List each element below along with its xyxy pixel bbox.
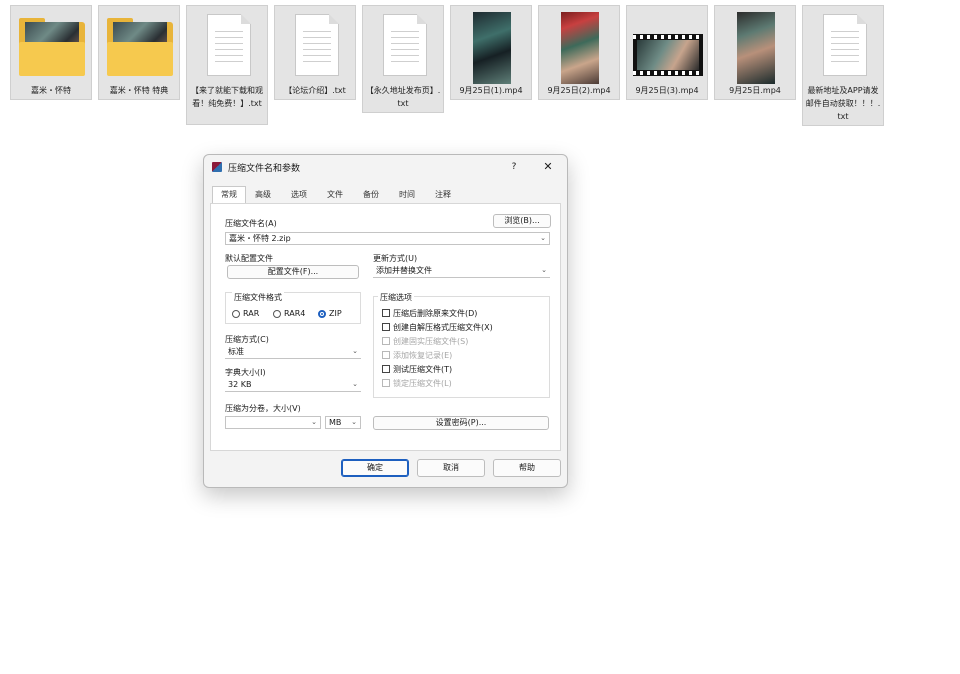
method-value: 标准 [228,347,244,356]
video-film-icon [633,12,703,80]
file-item-folder-1[interactable]: 嘉米・怀特 [10,5,92,100]
help-button[interactable]: 帮助 [493,459,561,477]
method-label: 压缩方式(C) [225,335,269,344]
update-mode-label: 更新方式(U) [373,254,418,263]
file-name: 【来了就能下载和观看！纯免费！】.txt [191,86,263,108]
video-thumbnail [457,12,527,84]
file-name: 【论坛介绍】.txt [284,86,346,95]
format-rar-label: RAR [243,309,260,318]
file-item-mp4-2[interactable]: 9月25日(2).mp4 [538,5,620,100]
split-size-label: 压缩为分卷，大小(V) [225,404,301,413]
format-group-label: 压缩文件格式 [232,292,284,303]
file-item-txt-3[interactable]: 【永久地址发布页】.txt [362,5,444,113]
close-icon[interactable]: ✕ [538,159,558,175]
tab-options[interactable]: 选项 [284,187,314,203]
checkbox[interactable] [382,309,390,317]
archive-dialog: 压缩文件名和参数 ? ✕ 常规 高级 选项 文件 备份 时间 注释 压缩文件名(… [203,154,568,488]
tab-general[interactable]: 常规 [212,186,246,204]
set-password-button[interactable]: 设置密码(P)... [373,416,549,430]
chevron-down-icon: ⌄ [351,418,357,426]
file-name: 【永久地址发布页】.txt [365,86,441,108]
split-unit-value: MB [329,418,342,427]
folder-icon [105,12,175,80]
chevron-down-icon: ⌄ [352,347,358,355]
format-rar-radio[interactable] [232,310,240,318]
checkbox [382,379,390,387]
file-item-mp4-1[interactable]: 9月25日(1).mp4 [450,5,532,100]
checkbox[interactable] [382,323,390,331]
file-name: 9月25日.mp4 [729,86,781,95]
chevron-down-icon: ⌄ [352,380,358,388]
file-item-folder-2[interactable]: 嘉米・怀特 特典 [98,5,180,100]
file-name: 嘉米・怀特 特典 [109,86,169,95]
chevron-down-icon[interactable]: ⌄ [540,233,546,244]
file-item-txt-2[interactable]: 【论坛介绍】.txt [274,5,356,100]
dict-size-value: 32 KB [228,380,252,389]
chevron-down-icon: ⌄ [541,266,547,274]
tab-panel-general: 压缩文件名(A) 浏览(B)... 嘉米・怀特 2.zip ⌄ 默认配置文件 配… [210,203,561,451]
split-size-input[interactable]: ⌄ [225,416,321,429]
dict-size-select[interactable]: 32 KB ⌄ [225,379,361,392]
default-profile-label: 默认配置文件 [225,254,273,263]
ok-button[interactable]: 确定 [341,459,409,477]
file-item-mp4-3[interactable]: 9月25日(3).mp4 [626,5,708,100]
browse-button[interactable]: 浏览(B)... [493,214,551,228]
tab-advanced[interactable]: 高级 [248,187,278,203]
checkbox [382,337,390,345]
format-group: 压缩文件格式 RAR RAR4 ZIP [225,292,361,324]
chevron-down-icon: ⌄ [311,418,317,426]
checkbox[interactable] [382,365,390,373]
cancel-button[interactable]: 取消 [417,459,485,477]
file-name: 9月25日(1).mp4 [459,86,523,95]
video-thumbnail [721,12,791,84]
format-zip-label: ZIP [329,309,342,318]
profiles-button[interactable]: 配置文件(F)... [227,265,359,279]
tab-backup[interactable]: 备份 [356,187,386,203]
text-file-icon [369,12,439,80]
file-name: 嘉米・怀特 [31,86,71,95]
method-select[interactable]: 标准 ⌄ [225,346,361,359]
dialog-title: 压缩文件名和参数 [228,164,301,174]
file-grid: 嘉米・怀特 嘉米・怀特 特典 【来了就能下载和观看！纯免费！】.txt 【论坛介… [10,5,900,135]
archive-name-input[interactable]: 嘉米・怀特 2.zip ⌄ [225,232,550,245]
file-item-mp4-4[interactable]: 9月25日.mp4 [714,5,796,100]
update-mode-value: 添加并替换文件 [376,266,432,275]
dialog-titlebar[interactable]: 压缩文件名和参数 ? ✕ [204,155,567,179]
tab-comment[interactable]: 注释 [428,187,458,203]
format-rar4-label: RAR4 [284,309,306,318]
archive-name-label: 压缩文件名(A) [225,219,277,228]
options-group: 压缩选项 压缩后删除原来文件(D) 创建自解压格式压缩文件(X) 创建固实压缩文… [373,292,550,398]
video-thumbnail [545,12,615,84]
options-group-label: 压缩选项 [378,292,414,303]
file-name: 9月25日(3).mp4 [635,86,699,95]
tab-time[interactable]: 时间 [392,187,422,203]
text-file-icon [809,12,879,80]
format-rar4-radio[interactable] [273,310,281,318]
checkbox [382,351,390,359]
tab-files[interactable]: 文件 [320,187,350,203]
file-name: 最新地址及APP请发邮件自动获取！！！.txt [805,86,881,121]
file-item-txt-4[interactable]: 最新地址及APP请发邮件自动获取！！！.txt [802,5,884,126]
update-mode-select[interactable]: 添加并替换文件 ⌄ [373,265,550,278]
winrar-app-icon [212,162,222,172]
text-file-icon [193,12,263,80]
archive-name-value: 嘉米・怀特 2.zip [229,234,291,243]
file-item-txt-1[interactable]: 【来了就能下载和观看！纯免费！】.txt [186,5,268,125]
folder-icon [17,12,87,80]
dict-size-label: 字典大小(I) [225,368,266,377]
help-icon[interactable]: ? [506,159,522,175]
format-zip-radio[interactable] [318,310,326,318]
file-name: 9月25日(2).mp4 [547,86,611,95]
text-file-icon [281,12,351,80]
split-unit-select[interactable]: MB ⌄ [325,416,361,429]
